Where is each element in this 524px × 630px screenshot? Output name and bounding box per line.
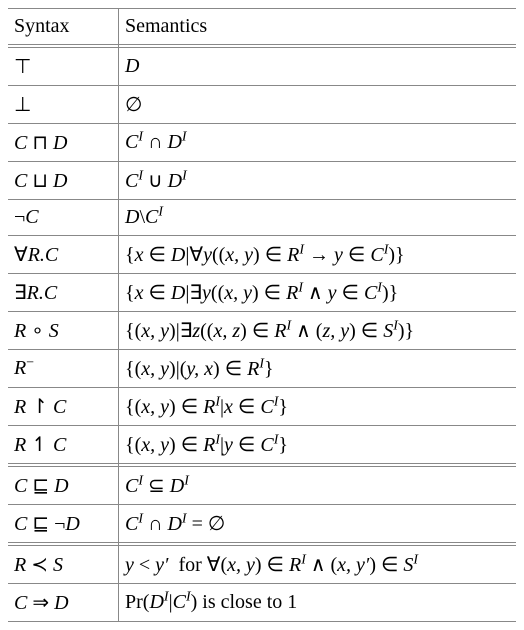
syntax-cell: C ⊑ ¬D [8, 505, 119, 543]
semantics-cell: {x ∈ D|∃y((x, y) ∈ RI ∧ y ∈ CI)} [119, 274, 517, 312]
syntax-cell: R ≺ S [8, 546, 119, 584]
table-row: C ⇒ DPr(DI|CI) is close to 1 [8, 584, 516, 622]
semantics-cell: CI ∩ DI [119, 124, 517, 162]
table-row: C ⊓ DCI ∩ DI [8, 124, 516, 162]
col-header-syntax: Syntax [8, 9, 119, 45]
syntax-cell: R− [8, 350, 119, 388]
syntax-cell: ¬C [8, 200, 119, 236]
semantics-cell: CI ∪ DI [119, 162, 517, 200]
table-body: ⊤D⊥∅C ⊓ DCI ∩ DIC ⊔ DCI ∪ DI¬CD\CI∀R.C{x… [8, 48, 516, 622]
semantics-cell: CI ⊆ DI [119, 467, 517, 505]
table-row: ⊤D [8, 48, 516, 86]
syntax-cell: R ↿ C [8, 426, 119, 464]
table-row: R−{(x, y)|(y, x) ∈ RI} [8, 350, 516, 388]
semantics-cell: Pr(DI|CI) is close to 1 [119, 584, 517, 622]
syntax-cell: C ⊓ D [8, 124, 119, 162]
semantics-cell: CI ∩ DI = ∅ [119, 505, 517, 543]
semantics-cell: {(x, y) ∈ RI|y ∈ CI} [119, 426, 517, 464]
semantics-cell: {(x, y)|∃z((x, z) ∈ RI ∧ (z, y) ∈ SI)} [119, 312, 517, 350]
syntax-cell: ∃R.C [8, 274, 119, 312]
syntax-cell: R ↾ C [8, 388, 119, 426]
syntax-cell: ∀R.C [8, 236, 119, 274]
header-row: Syntax Semantics [8, 9, 516, 45]
table-row: R ↿ C{(x, y) ∈ RI|y ∈ CI} [8, 426, 516, 464]
semantics-cell: D\CI [119, 200, 517, 236]
syntax-cell: C ⊑ D [8, 467, 119, 505]
table-row: R ↾ C{(x, y) ∈ RI|x ∈ CI} [8, 388, 516, 426]
syntax-cell: C ⊔ D [8, 162, 119, 200]
syntax-cell: C ⇒ D [8, 584, 119, 622]
semantics-cell: {x ∈ D|∀y((x, y) ∈ RI → y ∈ CI)} [119, 236, 517, 274]
semantics-table: Syntax Semantics ⊤D⊥∅C ⊓ DCI ∩ DIC ⊔ DCI… [8, 8, 516, 622]
table-row: ∀R.C{x ∈ D|∀y((x, y) ∈ RI → y ∈ CI)} [8, 236, 516, 274]
semantics-cell: D [119, 48, 517, 86]
table-row: R ≺ Sy < y′ for ∀(x, y) ∈ RI ∧ (x, y′) ∈… [8, 546, 516, 584]
semantics-cell: {(x, y) ∈ RI|x ∈ CI} [119, 388, 517, 426]
table-row: ⊥∅ [8, 86, 516, 124]
table-row: ¬CD\CI [8, 200, 516, 236]
table-row: C ⊑ DCI ⊆ DI [8, 467, 516, 505]
syntax-cell: ⊤ [8, 48, 119, 86]
table-row: C ⊔ DCI ∪ DI [8, 162, 516, 200]
table-row: ∃R.C{x ∈ D|∃y((x, y) ∈ RI ∧ y ∈ CI)} [8, 274, 516, 312]
col-header-semantics: Semantics [119, 9, 517, 45]
semantics-cell: {(x, y)|(y, x) ∈ RI} [119, 350, 517, 388]
semantics-cell: ∅ [119, 86, 517, 124]
table-row: C ⊑ ¬DCI ∩ DI = ∅ [8, 505, 516, 543]
syntax-cell: ⊥ [8, 86, 119, 124]
semantics-cell: y < y′ for ∀(x, y) ∈ RI ∧ (x, y′) ∈ SI [119, 546, 517, 584]
syntax-cell: R ∘ S [8, 312, 119, 350]
table-row: R ∘ S{(x, y)|∃z((x, z) ∈ RI ∧ (z, y) ∈ S… [8, 312, 516, 350]
